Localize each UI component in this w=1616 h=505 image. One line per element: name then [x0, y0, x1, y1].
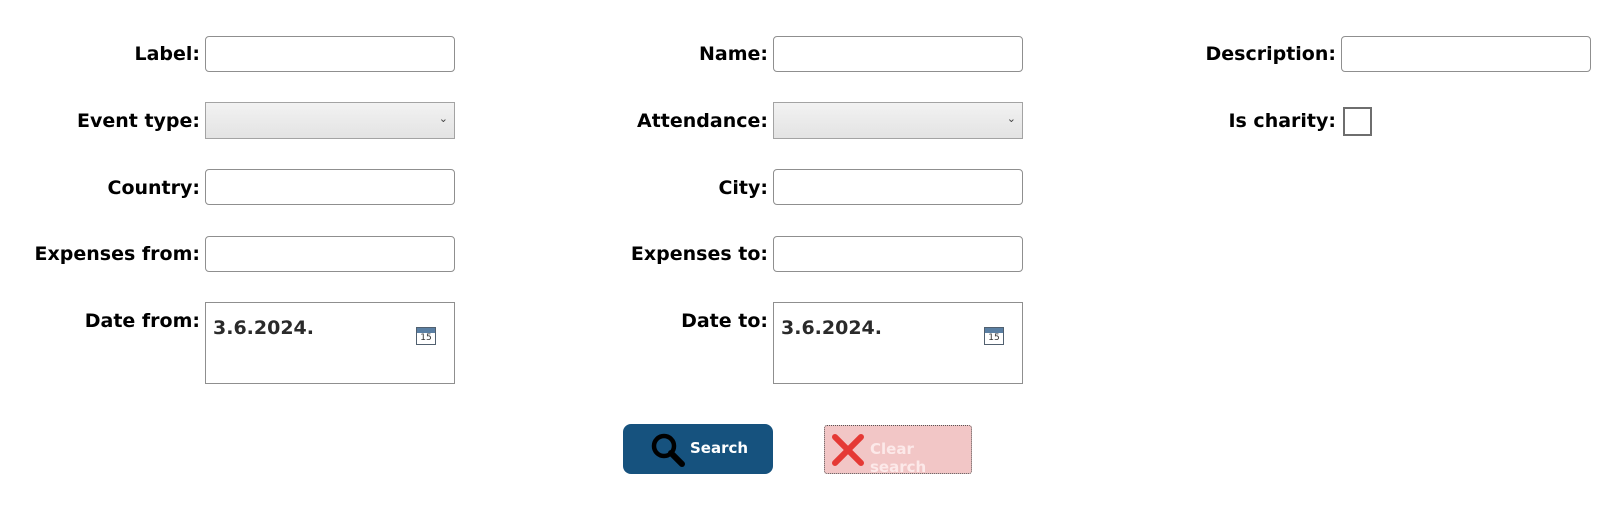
clear-search-button[interactable]: Clear search	[824, 425, 972, 476]
name-field-label: Name:	[698, 43, 768, 65]
calendar-icon[interactable]: 15	[984, 327, 1004, 345]
description-input[interactable]	[1341, 36, 1591, 72]
is-charity-checkbox[interactable]	[1343, 107, 1372, 136]
city-label: City:	[718, 177, 768, 199]
expenses-to-label: Expenses to:	[630, 243, 768, 265]
clear-search-button-label: Clear search	[870, 440, 927, 476]
description-field-label: Description:	[1205, 43, 1337, 65]
calendar-day: 15	[988, 333, 1000, 343]
expenses-to-input[interactable]	[773, 236, 1023, 272]
label-input[interactable]	[205, 36, 455, 72]
city-input[interactable]	[773, 169, 1023, 205]
name-input[interactable]	[773, 36, 1023, 72]
search-button-label: Search	[690, 439, 749, 457]
date-to-label: Date to:	[681, 310, 768, 332]
calendar-day: 15	[420, 333, 432, 343]
attendance-label: Attendance:	[637, 110, 768, 132]
event-type-select[interactable]: ⌄	[205, 102, 455, 139]
date-to-value: 3.6.2024.	[781, 317, 882, 339]
close-icon	[832, 434, 864, 466]
date-to-picker[interactable]: 3.6.2024. 15	[773, 302, 1023, 384]
event-type-label: Event type:	[76, 110, 200, 132]
expenses-from-label: Expenses from:	[34, 243, 200, 265]
date-from-value: 3.6.2024.	[213, 317, 314, 339]
attendance-select[interactable]: ⌄	[773, 102, 1023, 139]
country-input[interactable]	[205, 169, 455, 205]
chevron-down-icon: ⌄	[438, 112, 448, 125]
date-from-label: Date from:	[84, 310, 200, 332]
label-field-label: Label:	[134, 43, 200, 65]
chevron-down-icon: ⌄	[1006, 112, 1016, 125]
search-icon	[651, 433, 685, 467]
search-button[interactable]: Search	[623, 424, 773, 474]
country-label: Country:	[107, 177, 201, 199]
is-charity-label: Is charity:	[1228, 110, 1336, 132]
calendar-icon[interactable]: 15	[416, 327, 436, 345]
expenses-from-input[interactable]	[205, 236, 455, 272]
date-from-picker[interactable]: 3.6.2024. 15	[205, 302, 455, 384]
